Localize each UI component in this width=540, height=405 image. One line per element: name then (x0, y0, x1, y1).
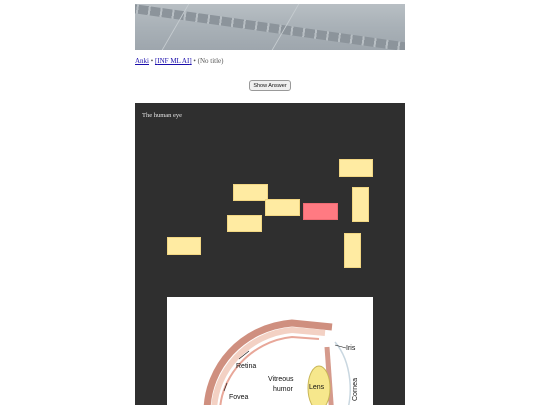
breadcrumb-subdeck-label: INF ML AI (157, 57, 190, 65)
diagram-label-vitreous-line2: humor (273, 386, 294, 393)
occlusion-box[interactable] (233, 184, 268, 201)
breadcrumb-deck-link[interactable]: Anki (135, 57, 149, 65)
header-banner-image (135, 4, 405, 50)
diagram-label-fovea: Fovea (229, 394, 249, 401)
breadcrumb-subdeck-link[interactable]: [INF ML AI] (155, 57, 192, 65)
card-title: The human eye (142, 112, 183, 119)
show-answer-button[interactable]: Show Answer (249, 80, 291, 91)
diagram-label-retina: Retina (236, 363, 256, 370)
iris-pointer (334, 344, 347, 349)
diagram-label-lens: Lens (309, 384, 325, 391)
image-occlusion-card: The human eye Iris Retina Vitreous humor… (135, 103, 405, 405)
occlusion-box-active[interactable] (303, 203, 338, 220)
occlusion-box[interactable] (344, 233, 361, 268)
eye-cross-section-illustration: Iris Retina Vitreous humor Lens Cornea F… (203, 319, 359, 405)
diagram-label-cornea: Cornea (352, 378, 359, 401)
occlusion-box[interactable] (167, 237, 201, 255)
note-title: (No title) (197, 57, 224, 65)
occlusion-box[interactable] (227, 215, 262, 232)
occlusion-box[interactable] (339, 159, 373, 177)
diagram-label-vitreous-line1: Vitreous (268, 376, 294, 383)
diagram-label-iris: Iris (346, 345, 356, 352)
occlusion-box[interactable] (352, 187, 369, 222)
breadcrumb: Anki • [INF ML AI] • (No title) (135, 57, 223, 65)
eye-anatomy-diagram: Iris Retina Vitreous humor Lens Cornea F… (167, 297, 373, 405)
occlusion-box[interactable] (265, 199, 300, 216)
